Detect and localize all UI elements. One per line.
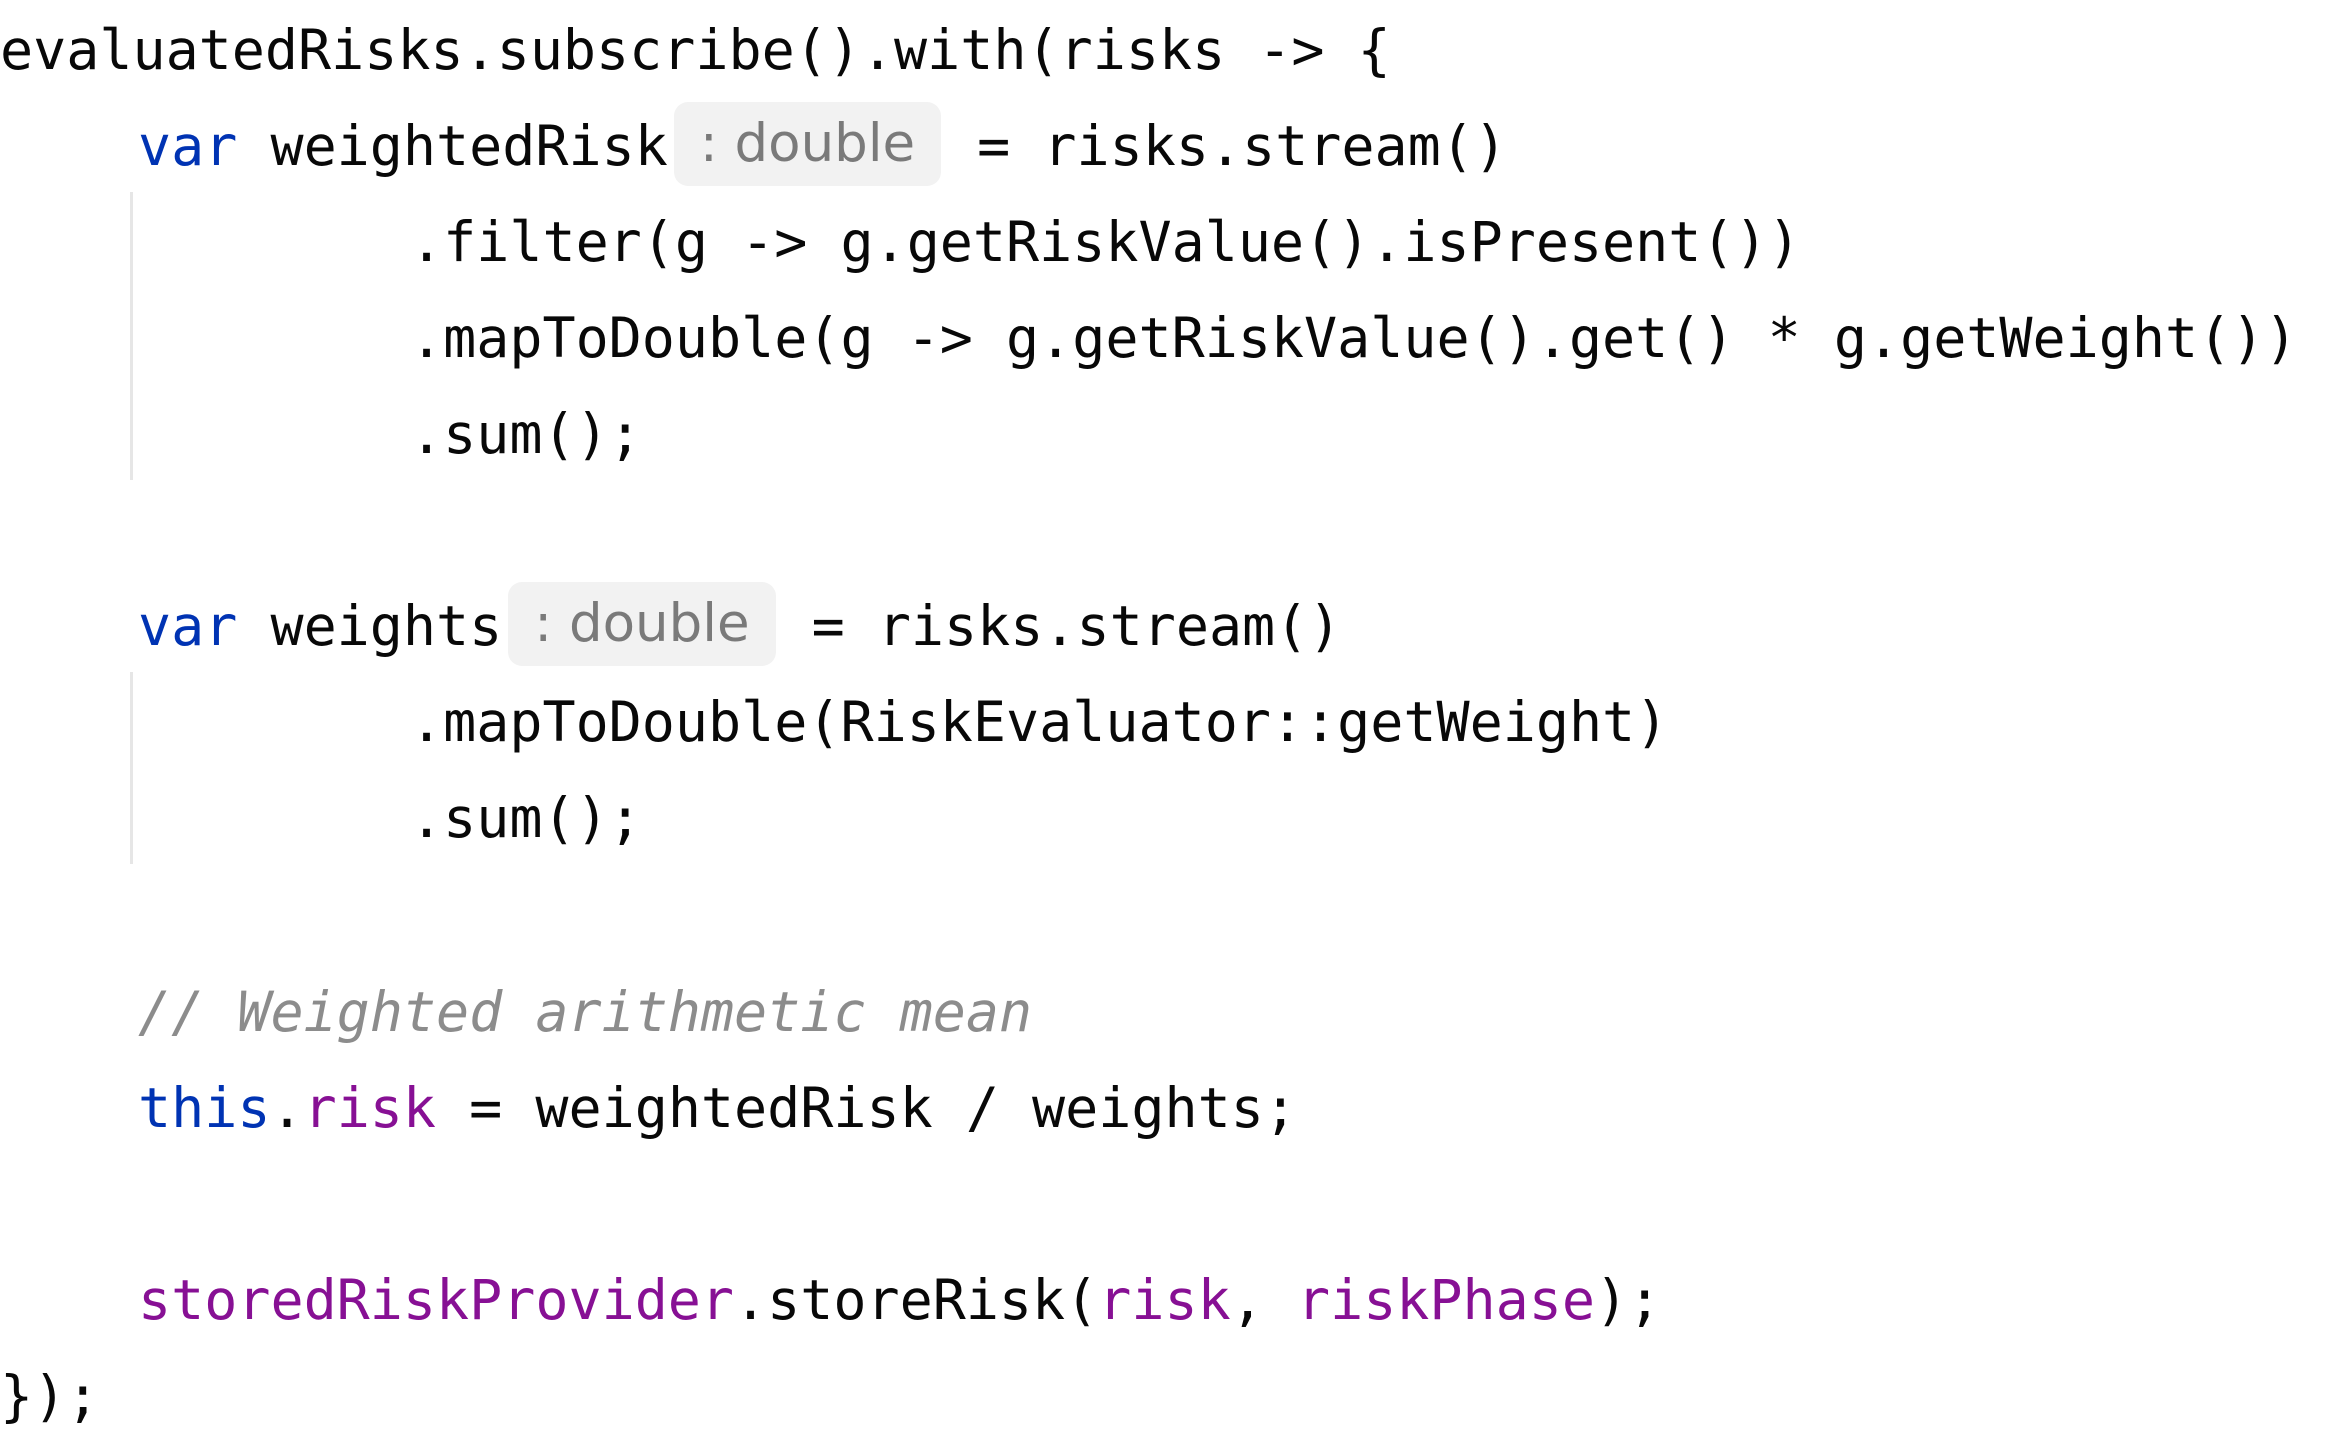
code-text: .filter(g -> g.getRiskValue().isPresent(… xyxy=(410,210,1801,274)
indent-guide xyxy=(130,672,133,864)
code-text: .subscribe().with(risks -> { xyxy=(463,18,1391,82)
code-line: // Weighted arithmetic mean xyxy=(138,964,1032,1060)
code-comment: // Weighted arithmetic mean xyxy=(138,980,1033,1044)
code-text: .mapToDouble(g -> g.getRiskValue().get()… xyxy=(410,306,2298,370)
code-line: this.risk = weightedRisk / weights; xyxy=(138,1060,1297,1156)
code-text: ); xyxy=(1594,1268,1662,1332)
code-line: evaluatedRisks.subscribe().with(risks ->… xyxy=(0,2,1391,98)
code-line: .sum(); xyxy=(410,386,642,482)
code-editor[interactable]: evaluatedRisks.subscribe().with(risks ->… xyxy=(0,0,2346,1442)
type-inlay-hint[interactable]: : double xyxy=(508,581,776,666)
code-text: = risks.stream() xyxy=(977,114,1507,178)
code-line: .sum(); xyxy=(410,770,642,866)
indent-guide xyxy=(130,192,133,480)
code-text: .mapToDouble(RiskEvaluator::getWeight) xyxy=(410,690,1669,754)
code-text: = weightedRisk / weights; xyxy=(436,1076,1297,1140)
variable-token: weights xyxy=(237,594,503,658)
code-line: }); xyxy=(0,1348,99,1444)
code-line: .mapToDouble(RiskEvaluator::getWeight) xyxy=(410,674,1668,770)
code-text: . xyxy=(270,1076,304,1140)
code-line: var weights: double = risks.stream() xyxy=(138,578,1341,674)
code-text: = risks.stream() xyxy=(811,594,1342,658)
code-text: , xyxy=(1230,1268,1297,1332)
field-token: risk xyxy=(303,1076,437,1140)
code-line: var weightedRisk: double = risks.stream() xyxy=(138,98,1507,194)
type-inlay-hint[interactable]: : double xyxy=(673,101,942,186)
keyword-token: var xyxy=(138,114,238,178)
code-text: .sum(); xyxy=(410,786,642,850)
field-token: risk xyxy=(1098,1268,1231,1332)
variable-token: weightedRisk xyxy=(237,114,668,178)
field-token: storedRiskProvider xyxy=(138,1268,735,1332)
code-line: storedRiskProvider.storeRisk(risk, riskP… xyxy=(138,1252,1661,1348)
code-text: .storeRisk( xyxy=(734,1268,1099,1332)
variable-token: evaluatedRisks xyxy=(0,18,464,82)
code-line: .mapToDouble(g -> g.getRiskValue().get()… xyxy=(410,290,2297,386)
keyword-token: this xyxy=(138,1076,271,1140)
keyword-token: var xyxy=(138,594,238,658)
code-line: .filter(g -> g.getRiskValue().isPresent(… xyxy=(410,194,1801,290)
field-token: riskPhase xyxy=(1296,1268,1595,1332)
code-text: .sum(); xyxy=(410,402,642,466)
code-text: }); xyxy=(0,1364,100,1428)
